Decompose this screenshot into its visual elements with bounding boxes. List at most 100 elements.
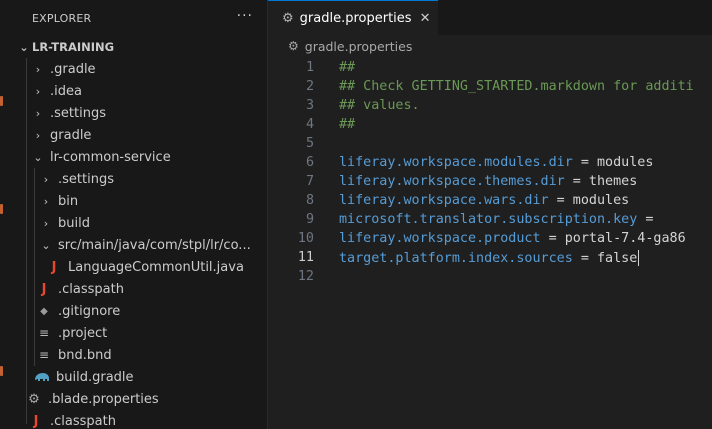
property-key: microsoft.translator.subscription.key <box>339 212 638 227</box>
tree-item-bnd[interactable]: ≡ bnd.bnd <box>4 344 267 366</box>
code-line[interactable]: 4 ## <box>268 115 712 134</box>
property-value: portal-7.4-ga86 <box>564 231 686 246</box>
code-text: microsoft.translator.subscription.key = <box>339 212 653 227</box>
more-actions-icon[interactable]: ··· <box>237 8 253 24</box>
line-number: 10 <box>297 231 314 246</box>
explorer-header: EXPLORER ··· <box>4 0 267 36</box>
explorer-sidebar: EXPLORER ··· ⌄ LR-TRAINING › .gradle › .… <box>4 0 268 429</box>
code-text: liferay.workspace.themes.dir = themes <box>339 174 637 189</box>
tree-item-label: .blade.properties <box>48 391 159 407</box>
property-key: target.platform.index.sources <box>339 250 573 266</box>
code-line[interactable]: 2 ## Check GETTING_STARTED.markdown for a… <box>268 77 712 96</box>
tree-item-gitignore[interactable]: ◆ .gitignore <box>4 300 267 322</box>
chevron-right-icon: › <box>35 84 41 98</box>
code-text: ## Check GETTING_STARTED.markdown for ad… <box>339 79 694 94</box>
tree-item-label: LR-TRAINING <box>32 40 115 54</box>
tree-item-label: gradle <box>50 127 92 143</box>
tree-item-gradle-dir[interactable]: › .gradle <box>4 58 267 80</box>
tree-item-build[interactable]: › build <box>4 212 267 234</box>
code-line[interactable]: 9 microsoft.translator.subscription.key = <box>268 210 712 229</box>
tree-item-label: LanguageCommonUtil.java <box>68 259 244 275</box>
breadcrumb-item[interactable]: gradle.properties <box>305 39 413 54</box>
tree-item-lr-common-service[interactable]: ⌄ lr-common-service <box>4 146 267 168</box>
tree-item-label: .settings <box>50 105 106 121</box>
code-line[interactable]: 10 liferay.workspace.product = portal-7.4… <box>268 229 712 248</box>
tree-item-label: build.gradle <box>56 369 134 385</box>
equals-sign: = <box>637 212 654 227</box>
chevron-right-icon: › <box>35 62 41 76</box>
code-line[interactable]: 8 liferay.workspace.wars.dir = modules <box>268 191 712 210</box>
property-value: false <box>596 250 638 266</box>
tree-item-bin[interactable]: › bin <box>4 190 267 212</box>
line-number: 4 <box>305 117 314 132</box>
tree-item-settings-sub[interactable]: › .settings <box>4 168 267 190</box>
editor-tabs: ⚙ gradle.properties ✕ <box>268 0 712 35</box>
tree-root-lr-training[interactable]: ⌄ LR-TRAINING <box>4 36 267 58</box>
tree-item-label: .gradle <box>50 61 96 77</box>
equals-sign: = <box>572 250 597 266</box>
line-number: 11 <box>297 250 314 265</box>
chevron-right-icon: › <box>43 172 49 186</box>
tab-gradle-properties[interactable]: ⚙ gradle.properties ✕ <box>268 0 439 35</box>
tree-item-languagecommonutil[interactable]: J LanguageCommonUtil.java <box>4 256 267 278</box>
equals-sign: = <box>548 193 573 208</box>
text-file-icon: ≡ <box>38 348 50 362</box>
code-line[interactable]: 1 ## <box>268 58 712 77</box>
tree-item-classpath-sub[interactable]: J .classpath <box>4 278 267 300</box>
gear-icon: ⚙ <box>28 391 40 407</box>
tree-item-src-path[interactable]: ⌄ src/main/java/com/stpl/lr/co... <box>4 234 267 256</box>
tree-item-label: .settings <box>58 171 114 187</box>
activity-indicator <box>0 366 3 376</box>
tree-item-label: .project <box>58 325 108 341</box>
equals-sign: = <box>572 155 597 170</box>
comment-token: ## <box>339 117 356 132</box>
tree-item-label: bnd.bnd <box>58 347 112 363</box>
tree-item-project[interactable]: ≡ .project <box>4 322 267 344</box>
property-key: liferay.workspace.modules.dir <box>339 155 573 170</box>
code-line[interactable]: 11 target.platform.index.sources = false <box>268 248 712 267</box>
chevron-down-icon: ⌄ <box>41 238 51 252</box>
editor-area: ⚙ gradle.properties ✕ ⚙ gradle.propertie… <box>268 0 712 429</box>
code-line[interactable]: 12 <box>268 267 712 286</box>
tree-item-classpath[interactable]: J .classpath <box>4 410 267 429</box>
code-line[interactable]: 6 liferay.workspace.modules.dir = modules <box>268 153 712 172</box>
tree-item-label: lr-common-service <box>50 149 171 165</box>
explorer-title: EXPLORER <box>32 11 92 25</box>
code-line[interactable]: 3 ## values. <box>268 96 712 115</box>
code-line[interactable]: 5 <box>268 134 712 153</box>
line-number: 1 <box>305 60 314 75</box>
chevron-down-icon: ⌄ <box>33 150 43 164</box>
comment-token: ## values. <box>339 98 420 113</box>
property-value: modules <box>596 155 654 170</box>
tab-label: gradle.properties <box>299 10 412 26</box>
git-icon: ◆ <box>40 305 48 317</box>
tree-item-build-gradle[interactable]: build.gradle <box>4 366 267 388</box>
tree-item-label: .gitignore <box>58 303 121 319</box>
tree-item-label: .classpath <box>50 413 116 429</box>
property-value: themes <box>588 174 638 189</box>
tree-item-blade-properties[interactable]: ⚙ .blade.properties <box>4 388 267 410</box>
tree-item-gradle[interactable]: › gradle <box>4 124 267 146</box>
tree-item-label: build <box>58 215 90 231</box>
tree-item-idea[interactable]: › .idea <box>4 80 267 102</box>
line-number: 5 <box>305 136 314 151</box>
line-number: 6 <box>305 155 314 170</box>
comment-token: ## <box>339 60 356 75</box>
code-text: ## <box>339 60 355 75</box>
activity-indicator <box>0 96 3 106</box>
equals-sign: = <box>564 174 589 189</box>
code-editor[interactable]: 1 ## 2 ## Check GETTING_STARTED.markdown fo… <box>268 58 712 286</box>
gear-icon: ⚙ <box>288 39 299 53</box>
code-text: liferay.workspace.wars.dir = modules <box>339 193 629 208</box>
comment-token: ## Check GETTING_STARTED.markdown for ad… <box>339 79 694 94</box>
chevron-right-icon: › <box>43 194 49 208</box>
property-key: liferay.workspace.wars.dir <box>339 193 549 208</box>
code-line[interactable]: 7 liferay.workspace.themes.dir = themes <box>268 172 712 191</box>
tree-item-label: src/main/java/com/stpl/lr/co... <box>58 237 251 253</box>
gradle-elephant-icon <box>34 371 50 383</box>
java-file-icon: J <box>51 259 57 275</box>
close-icon[interactable]: ✕ <box>420 11 431 26</box>
tree-item-settings[interactable]: › .settings <box>4 102 267 124</box>
text-cursor <box>638 249 640 266</box>
line-number: 9 <box>305 212 314 227</box>
